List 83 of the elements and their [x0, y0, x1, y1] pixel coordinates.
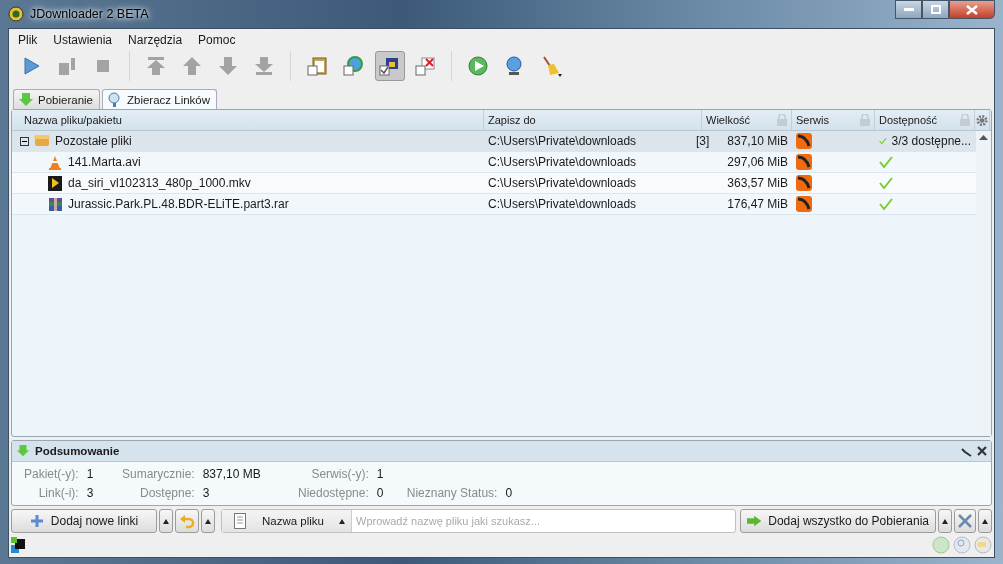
media-file-icon	[48, 175, 63, 191]
column-header[interactable]: Serwis	[796, 114, 829, 126]
table-cell: C:\Users\Private\downloads	[488, 197, 637, 211]
puzzle-icon[interactable]	[11, 537, 27, 553]
summary-label: Dostępne:	[139, 486, 195, 500]
menu-item[interactable]: Plik	[11, 33, 47, 49]
download-icon	[16, 444, 30, 458]
tab[interactable]: Pobieranie	[13, 89, 100, 109]
summary-label: Nieznany Status:	[406, 486, 498, 500]
download-icon	[18, 91, 34, 108]
collapse-toggle[interactable]	[20, 136, 29, 146]
summary-value: 3	[202, 486, 211, 500]
package-icon	[34, 135, 50, 147]
minimize-button[interactable]	[895, 0, 922, 19]
caret-icon	[163, 518, 169, 524]
search-field[interactable]: Nazwa pliku Wprowadź nazwę pliku jaki szukasz...	[221, 509, 736, 533]
file-name: da_siri_vl102313_480p_1000.mkv	[68, 176, 251, 190]
hoster-icon	[796, 154, 812, 170]
summary-value: 1	[376, 467, 385, 481]
undo-icon	[179, 513, 195, 529]
summary-label: Serwis(-y):	[310, 467, 369, 481]
window-title: JDownloader 2 BETA	[30, 7, 149, 21]
summary-label: Pakiet(-y):	[24, 467, 79, 481]
app-logo-icon	[8, 6, 24, 22]
summary-label: Sumarycznie:	[121, 467, 195, 481]
column-header[interactable]: Zapisz do	[488, 114, 536, 126]
table-cell: C:\Users\Private\downloads	[488, 134, 637, 148]
caret-icon	[205, 518, 211, 524]
summary-label: Link(-i):	[37, 486, 79, 500]
document-icon	[234, 513, 246, 529]
close-icon	[966, 4, 978, 15]
table-cell: 3/3 dostępne...	[891, 134, 971, 148]
maximize-button[interactable]	[922, 0, 949, 19]
summary-value: 0	[505, 486, 514, 500]
remove-icon	[414, 55, 438, 77]
add-links-button[interactable]: Dodaj nowe linki	[11, 509, 157, 533]
settings-icon[interactable]	[976, 113, 988, 127]
close-button[interactable]	[949, 0, 995, 19]
close-icon[interactable]	[977, 446, 987, 456]
clipboard-icon	[306, 55, 330, 77]
file-name: 141.Marta.avi	[68, 155, 141, 169]
summary-label: Niedostępne:	[297, 486, 369, 500]
file-count: [3]	[695, 134, 710, 148]
dropdown-arrow-button[interactable]	[938, 509, 952, 533]
table-cell: C:\Users\Private\downloads	[488, 155, 637, 169]
summary-value: 1	[86, 467, 95, 481]
file-name: Jurassic.Park.PL.48.BDR-ELiTE.part3.rar	[68, 197, 289, 211]
column-header[interactable]: Nazwa pliku/pakietu	[24, 114, 122, 126]
plus-icon	[29, 514, 44, 528]
summary-value: 3	[86, 486, 95, 500]
summary-value: 0	[376, 486, 385, 500]
table-cell: 176,47 MiB	[727, 197, 788, 211]
column-header[interactable]: Wielkość	[706, 114, 750, 126]
summary-value: 837,10 MB	[202, 467, 261, 481]
column-header[interactable]: Dostępność	[879, 114, 938, 126]
add-all-button[interactable]: Dodaj wszystko do Pobierania	[740, 509, 936, 533]
table-cell: 837,10 MiB	[727, 134, 788, 148]
caret-icon	[982, 518, 988, 524]
lock-button[interactable]	[375, 51, 405, 81]
hoster-icon	[796, 133, 812, 149]
search-type-selector[interactable]: Nazwa pliku	[222, 510, 352, 532]
package-name: Pozostałe pliki	[55, 134, 132, 148]
table-cell: 363,57 MiB	[727, 176, 788, 190]
hoster-icon	[796, 196, 812, 212]
minimize-icon	[903, 8, 914, 11]
caret-icon	[339, 518, 345, 524]
table-cell: 297,06 MiB	[727, 155, 788, 169]
video-file-icon	[48, 154, 63, 170]
panel-title: Podsumowanie	[35, 445, 121, 457]
magnifier-icon	[107, 91, 123, 108]
maximize-icon	[930, 5, 941, 14]
tab[interactable]: Zbieracz Linków	[102, 89, 218, 109]
menu-item[interactable]: Pomoc	[191, 33, 245, 49]
menu-item[interactable]: Narzędzia	[121, 33, 192, 49]
hoster-icon	[796, 175, 812, 191]
caret-icon	[942, 518, 948, 524]
menu-item[interactable]: Ustawienia	[46, 33, 122, 49]
dropdown-arrow-button[interactable]	[159, 509, 173, 533]
dropdown-arrow-button[interactable]	[978, 509, 992, 533]
table-cell: C:\Users\Private\downloads	[488, 176, 637, 190]
archive-file-icon	[48, 196, 63, 212]
dropdown-arrow-button[interactable]	[201, 509, 215, 533]
arrow-icon	[747, 515, 762, 527]
